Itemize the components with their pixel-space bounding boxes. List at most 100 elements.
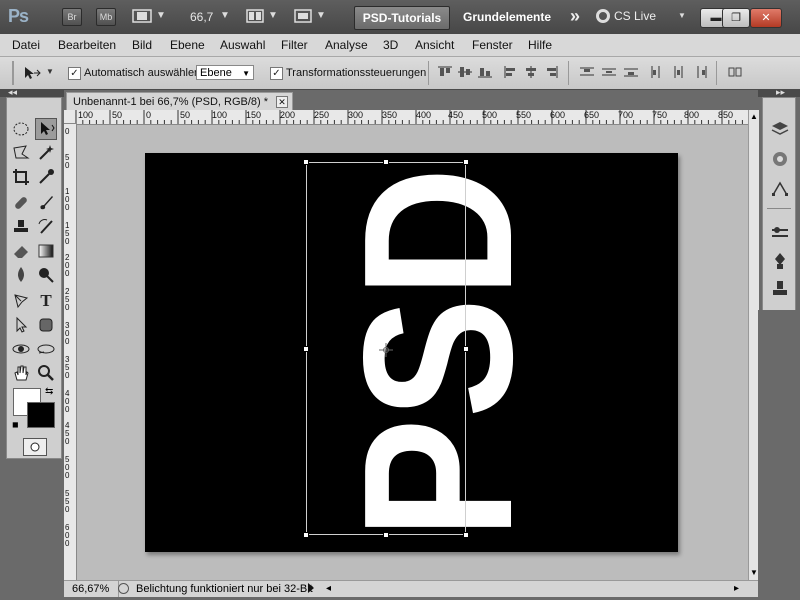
- transform-center-icon[interactable]: [379, 343, 393, 357]
- cs-live-button[interactable]: CS Live: [614, 9, 656, 23]
- swap-colors-icon[interactable]: ⇆: [45, 386, 53, 397]
- zoom-level[interactable]: 66,7: [190, 10, 213, 24]
- distribute-horizontal-center-icon[interactable]: [672, 66, 686, 78]
- shape-tool-icon[interactable]: [35, 314, 57, 336]
- align-horizontal-center-icon[interactable]: [524, 66, 538, 78]
- menu-hilfe[interactable]: Hilfe: [528, 38, 552, 52]
- eraser-tool-icon[interactable]: [10, 240, 32, 262]
- ruler-origin[interactable]: [64, 110, 76, 124]
- 3d-rotate-icon[interactable]: [10, 338, 32, 360]
- path-selection-icon[interactable]: [10, 314, 32, 336]
- marquee-tool-icon[interactable]: [10, 118, 32, 140]
- transform-handle-bottom-right[interactable]: [463, 532, 469, 538]
- transform-handle-bottom-left[interactable]: [303, 532, 309, 538]
- menu-3d[interactable]: 3D: [383, 38, 398, 52]
- adjustments-icon[interactable]: [769, 222, 791, 244]
- close-window-button[interactable]: ✕: [750, 8, 782, 28]
- horizontal-ruler[interactable]: 100 50 0 50 100 150 200 250 300 350 400 …: [76, 110, 748, 125]
- menu-analyse[interactable]: Analyse: [325, 38, 368, 52]
- chevron-down-icon[interactable]: ▼: [46, 67, 54, 76]
- restore-button[interactable]: ❐: [722, 8, 750, 28]
- transform-controls-checkbox[interactable]: ✓: [270, 67, 283, 80]
- menu-ebene[interactable]: Ebene: [170, 38, 205, 52]
- more-workspaces-button[interactable]: »: [570, 6, 580, 27]
- close-document-button[interactable]: ✕: [276, 96, 289, 108]
- scroll-up-icon[interactable]: ▲: [750, 112, 758, 121]
- move-tool-icon[interactable]: [22, 65, 44, 81]
- chevron-down-icon[interactable]: ▼: [678, 11, 686, 20]
- chevron-down-icon[interactable]: ▼: [156, 10, 166, 21]
- distribute-right-icon[interactable]: [694, 66, 708, 78]
- scroll-down-icon[interactable]: ▼: [750, 568, 758, 577]
- background-color-swatch[interactable]: [27, 402, 55, 428]
- clone-stamp-icon[interactable]: [10, 216, 32, 238]
- auto-select-target-dropdown[interactable]: Ebene ▼: [196, 65, 254, 80]
- distribute-left-icon[interactable]: [650, 66, 664, 78]
- menu-ansicht[interactable]: Ansicht: [415, 38, 454, 52]
- chevron-down-icon[interactable]: ▼: [220, 10, 230, 21]
- pen-tool-icon[interactable]: [10, 290, 32, 312]
- workspace-tab-grundelemente[interactable]: Grundelemente: [452, 6, 562, 28]
- transform-handle-bottom[interactable]: [383, 532, 389, 538]
- quick-mask-button[interactable]: [23, 438, 47, 456]
- workspace-tab-psd-tutorials[interactable]: PSD-Tutorials: [354, 6, 450, 30]
- crop-tool-icon[interactable]: [10, 166, 32, 188]
- align-right-icon[interactable]: [544, 66, 558, 78]
- menu-fenster[interactable]: Fenster: [472, 38, 513, 52]
- scroll-left-icon[interactable]: ◂: [326, 581, 331, 597]
- status-menu-arrow-icon[interactable]: [308, 583, 314, 593]
- healing-brush-icon[interactable]: [10, 192, 32, 214]
- distribute-bottom-icon[interactable]: [624, 66, 638, 78]
- zoom-tool-icon[interactable]: [35, 362, 57, 384]
- menu-bearbeiten[interactable]: Bearbeiten: [58, 38, 116, 52]
- type-tool-icon[interactable]: T: [35, 290, 57, 312]
- distribute-center-icon[interactable]: [602, 66, 616, 78]
- magic-wand-icon[interactable]: [35, 142, 57, 164]
- menu-auswahl[interactable]: Auswahl: [220, 38, 265, 52]
- chevron-down-icon[interactable]: ▼: [316, 10, 326, 21]
- menu-bild[interactable]: Bild: [132, 38, 152, 52]
- arrange-documents-icon[interactable]: [246, 9, 264, 23]
- document-canvas[interactable]: PSD: [145, 153, 678, 552]
- bridge-button[interactable]: Br: [62, 8, 82, 26]
- minibridge-button[interactable]: Mb: [96, 8, 116, 26]
- eyedropper-icon[interactable]: [35, 166, 57, 188]
- auto-select-checkbox[interactable]: ✓: [68, 67, 81, 80]
- menu-filter[interactable]: Filter: [281, 38, 308, 52]
- zoom-status-field[interactable]: 66,67%: [68, 581, 119, 597]
- transform-handle-right[interactable]: [463, 346, 469, 352]
- transform-handle-top-left[interactable]: [303, 159, 309, 165]
- align-left-icon[interactable]: [504, 66, 518, 78]
- dodge-tool-icon[interactable]: [35, 264, 57, 286]
- history-brush-icon[interactable]: [35, 216, 57, 238]
- distribute-top-icon[interactable]: [580, 66, 594, 78]
- vertical-ruler[interactable]: 0 5 0 1 0 0 1 5 0 2 0 0 2 5 0 3 0 0 3 5 …: [64, 124, 77, 580]
- menu-datei[interactable]: Datei: [12, 38, 40, 52]
- transform-handle-left[interactable]: [303, 346, 309, 352]
- transform-handle-top-right[interactable]: [463, 159, 469, 165]
- transform-handle-top[interactable]: [383, 159, 389, 165]
- gradient-tool-icon[interactable]: [35, 240, 57, 262]
- layers-icon[interactable]: [769, 118, 791, 140]
- masks-icon[interactable]: [769, 250, 791, 272]
- align-top-icon[interactable]: [438, 66, 452, 78]
- brush-tool-icon[interactable]: [35, 192, 57, 214]
- channels-icon[interactable]: [769, 148, 791, 170]
- chevron-down-icon[interactable]: ▼: [268, 10, 278, 21]
- hand-tool-icon[interactable]: [10, 362, 32, 384]
- move-tool-button[interactable]: [35, 118, 57, 140]
- status-icon[interactable]: [118, 583, 129, 594]
- document-tab[interactable]: Unbenannt-1 bei 66,7% (PSD, RGB/8) * ✕: [66, 92, 294, 111]
- lasso-tool-icon[interactable]: [10, 142, 32, 164]
- scroll-right-icon[interactable]: ▸: [734, 581, 739, 597]
- align-bottom-icon[interactable]: [478, 66, 492, 78]
- auto-align-layers-icon[interactable]: [728, 66, 742, 78]
- history-stamp-icon[interactable]: [769, 278, 791, 300]
- default-colors-icon[interactable]: ◼: [12, 420, 19, 429]
- film-strip-icon[interactable]: [132, 9, 152, 23]
- blur-tool-icon[interactable]: [10, 264, 32, 286]
- paths-icon[interactable]: [769, 178, 791, 200]
- align-vertical-center-icon[interactable]: [458, 66, 472, 78]
- screen-mode-icon[interactable]: [294, 9, 312, 23]
- 3d-orbit-icon[interactable]: [35, 338, 57, 360]
